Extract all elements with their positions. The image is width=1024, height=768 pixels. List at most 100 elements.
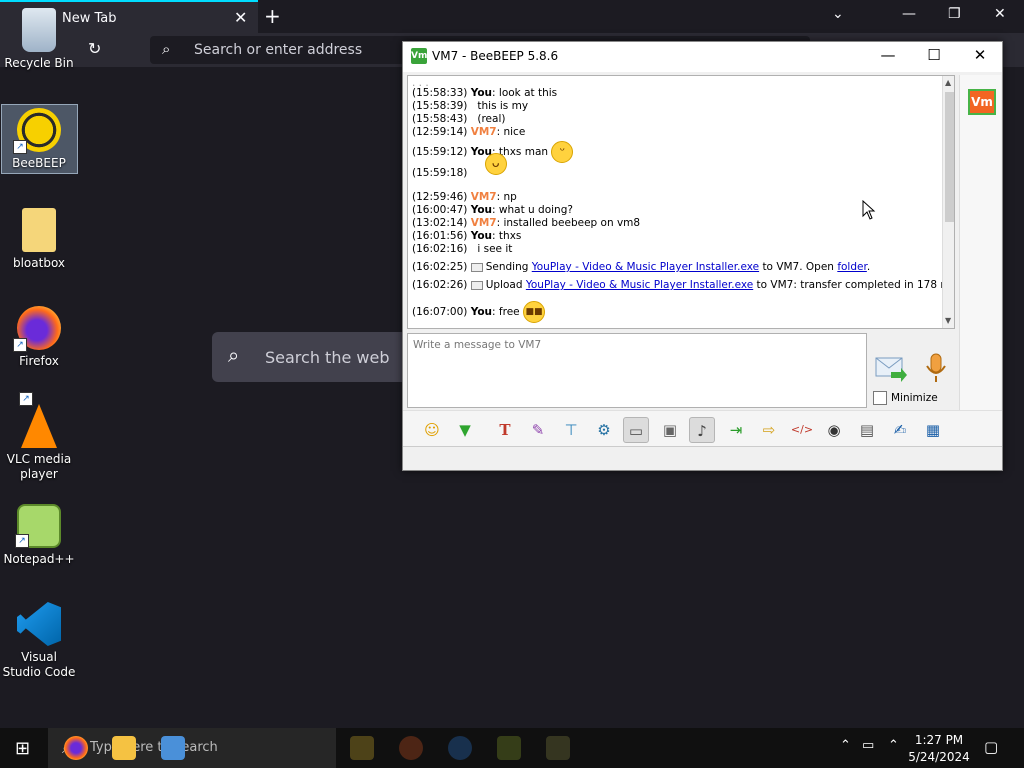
side-panel	[959, 75, 1001, 410]
store-pinned-icon[interactable]	[546, 736, 570, 760]
voice-message-button[interactable]	[923, 352, 949, 384]
minimize-label: Minimize	[891, 392, 938, 404]
file-link[interactable]: YouPlay - Video & Music Player Installer…	[526, 279, 753, 291]
color-palette-icon[interactable]: ✎	[525, 417, 551, 443]
sunglasses-emoji-icon: ■■	[522, 301, 545, 323]
chat-message: (16:07:00) You: free ■■	[412, 301, 545, 323]
reload-icon[interactable]: ↻	[88, 39, 101, 58]
folder-icon	[22, 208, 56, 252]
chat-toolbar: ☺ ▼ T ✎ ⊤ ⚙ ▭ ▣ ♪ ⇥ ⇨ </> ◉ ▤ ✍ ▦	[403, 410, 1002, 447]
vscode-icon: ↗	[17, 602, 61, 646]
send-icon	[875, 357, 907, 382]
send-file-icon[interactable]: ⇥	[723, 417, 749, 443]
terminal-icon[interactable]: ▤	[854, 417, 880, 443]
maximize-icon[interactable]: ☐	[919, 46, 949, 64]
desktop-icon-label: Notepad++	[3, 552, 75, 566]
html-code-icon[interactable]: </>	[789, 417, 815, 443]
settings-icon[interactable]: ⚙	[591, 417, 617, 443]
windows-start-icon[interactable]: ⊞	[15, 738, 30, 759]
store-icon[interactable]	[161, 736, 185, 760]
network-icon[interactable]: ▭	[862, 738, 874, 753]
desktop-icon-vlc[interactable]: ↗ VLC media player	[1, 392, 77, 482]
chat-message: (16:01:56) You: thxs	[412, 230, 522, 242]
scroll-thumb[interactable]	[945, 92, 954, 222]
file-explorer-icon[interactable]	[112, 736, 136, 760]
minimize-checkbox[interactable]	[873, 391, 887, 405]
show-hidden-icons-icon[interactable]: ⌃	[840, 738, 851, 753]
font-icon[interactable]: T	[492, 417, 518, 443]
notepadpp-icon: ↗	[15, 504, 61, 548]
browser-pinned-icon[interactable]	[448, 736, 472, 760]
grinning-emoji-icon: ᴗ	[484, 153, 507, 175]
music-note-icon[interactable]: ♪	[689, 417, 715, 443]
expand-icon[interactable]: ▼	[452, 417, 478, 443]
chat-message: (15:58:43) (real)	[412, 113, 506, 125]
filter-icon[interactable]: ⊤	[558, 417, 584, 443]
chat-message: (13:02:14) VM7: installed beebeep on vm8	[412, 217, 641, 229]
chat-message: (15:59:18) ᴗ	[412, 153, 507, 180]
taskbar-search-placeholder: Type here to search	[90, 740, 218, 755]
close-icon[interactable]: ✕	[965, 46, 995, 64]
send-folder-icon[interactable]: ⇨	[756, 417, 782, 443]
save-icon[interactable]: ▦	[920, 417, 946, 443]
file-transfer-icon	[470, 280, 483, 290]
message-placeholder: Write a message to VM7	[413, 339, 542, 351]
web-search-input[interactable]: ⌕ Search the web	[212, 332, 412, 382]
desktop-icon-label: VLC media player	[6, 452, 72, 481]
system-clock[interactable]: 1:27 PM 5/24/2024	[896, 732, 982, 766]
desktop-icon-notepadpp[interactable]: ↗ Notepad++	[1, 504, 77, 567]
firefox-taskbar-icon[interactable]	[64, 736, 88, 760]
search-icon: ⌕	[162, 40, 171, 58]
new-tab-button[interactable]: +	[264, 4, 281, 28]
address-placeholder: Search or enter address	[194, 42, 363, 58]
desktop-icon-beebeep[interactable]: ↗ BeeBEEP	[1, 108, 77, 171]
search-icon: ⌕	[228, 343, 240, 367]
notifications-icon[interactable]: ▢	[984, 738, 998, 756]
beebeep-taskbar-icon[interactable]	[497, 736, 521, 760]
chat-message: (15:58:33) You: look at this	[412, 87, 558, 99]
scroll-down-icon[interactable]: ▼	[945, 316, 951, 325]
title-bar[interactable]: Vm VM7 - BeeBEEP 5.8.6 — ☐ ✕	[403, 42, 1002, 72]
chat-scrollbar[interactable]: ▲ ▼	[942, 76, 954, 328]
scroll-up-icon[interactable]: ▲	[945, 78, 951, 87]
list-tabs-icon[interactable]: ⌄	[832, 6, 844, 22]
send-button[interactable]	[873, 352, 909, 384]
desktop-icon-firefox[interactable]: ↗ Firefox	[1, 306, 77, 369]
status-bar	[403, 448, 1002, 470]
vlc-icon: ↗	[19, 392, 57, 448]
screenshot-icon[interactable]: ◉	[821, 417, 847, 443]
clock-date: 5/24/2024	[908, 750, 970, 764]
chat-message: (12:59:14) VM7: nice	[412, 126, 526, 138]
restore-icon[interactable]: ❐	[948, 6, 961, 22]
minimize-icon[interactable]: —	[873, 46, 903, 64]
file-transfer-upload: (16:02:26) Upload YouPlay - Video & Musi…	[412, 279, 955, 291]
microphone-icon	[926, 353, 946, 382]
message-input[interactable]: Write a message to VM7	[407, 333, 867, 408]
desktop-icon-bloatbox[interactable]: bloatbox	[1, 208, 77, 271]
image-icon[interactable]: ▣	[657, 417, 683, 443]
chat-message: (16:02:16) i see it	[412, 243, 513, 255]
file-explorer-pinned-icon[interactable]	[350, 736, 374, 760]
chat-message: (16:00:47) You: what u doing?	[412, 204, 573, 216]
user-avatar[interactable]: Vm	[968, 89, 996, 115]
firefox-pinned-icon[interactable]	[399, 736, 423, 760]
desktop-icon-label: Recycle Bin	[4, 56, 74, 70]
tab-bar: New Tab ✕ + ⌄ — ❐ ✕	[0, 0, 1024, 33]
minimize-icon[interactable]: —	[902, 6, 916, 22]
inbox-icon[interactable]: ▭	[623, 417, 649, 443]
file-transfer-sending: (16:02:25) Sending YouPlay - Video & Mus…	[412, 261, 871, 273]
desktop-icon-vscode[interactable]: ↗ Visual Studio Code	[1, 602, 77, 680]
notes-icon[interactable]: ✍	[887, 417, 913, 443]
file-link[interactable]: YouPlay - Video & Music Player Installer…	[532, 261, 759, 273]
tab-close-icon[interactable]: ✕	[234, 8, 247, 27]
web-search-placeholder: Search the web	[265, 348, 390, 367]
file-transfer-icon	[470, 262, 483, 272]
taskbar-search[interactable]: ⌕ Type here to search	[48, 728, 336, 768]
desktop-icon-label: Firefox	[19, 354, 59, 368]
close-icon[interactable]: ✕	[994, 6, 1006, 22]
emoticon-icon[interactable]: ☺	[419, 417, 445, 443]
chat-message: (12:59:46) VM7: np	[412, 191, 517, 203]
laughing-emoji-icon: ᵕ	[551, 141, 574, 163]
folder-link[interactable]: folder	[837, 261, 867, 273]
desktop-icon-recycle-bin[interactable]: Recycle Bin	[1, 8, 77, 71]
